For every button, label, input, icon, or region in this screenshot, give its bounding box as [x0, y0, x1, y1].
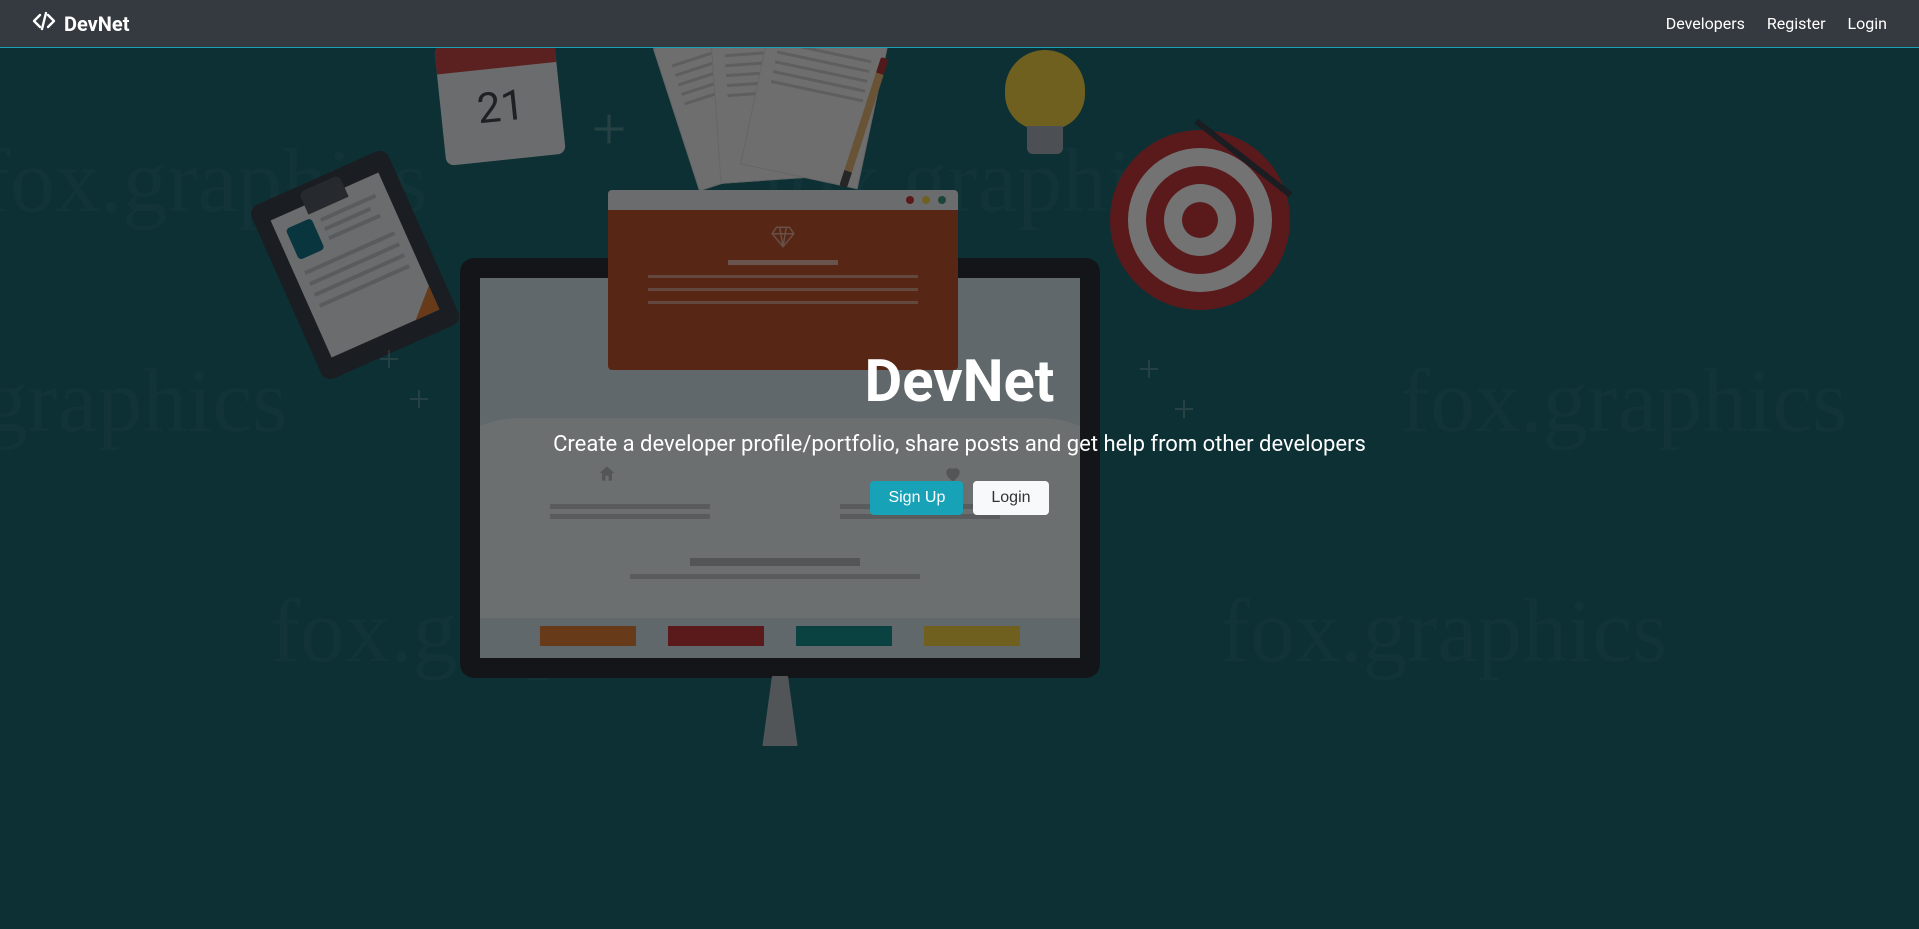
code-icon: [32, 9, 56, 38]
signup-button[interactable]: Sign Up: [870, 481, 963, 515]
nav-links: Developers Register Login: [1666, 14, 1887, 33]
login-button[interactable]: Login: [973, 481, 1048, 515]
brand-link[interactable]: DevNet: [32, 9, 129, 38]
nav-register[interactable]: Register: [1767, 14, 1826, 33]
nav-developers[interactable]: Developers: [1666, 14, 1745, 33]
hero-title: DevNet: [865, 348, 1055, 416]
hero-subtitle: Create a developer profile/portfolio, sh…: [553, 432, 1366, 457]
hero: DevNet Create a developer profile/portfo…: [0, 48, 1919, 929]
brand-text: DevNet: [64, 12, 129, 36]
navbar: DevNet Developers Register Login: [0, 0, 1919, 48]
hero-buttons: Sign Up Login: [870, 481, 1048, 515]
nav-login[interactable]: Login: [1848, 14, 1887, 33]
